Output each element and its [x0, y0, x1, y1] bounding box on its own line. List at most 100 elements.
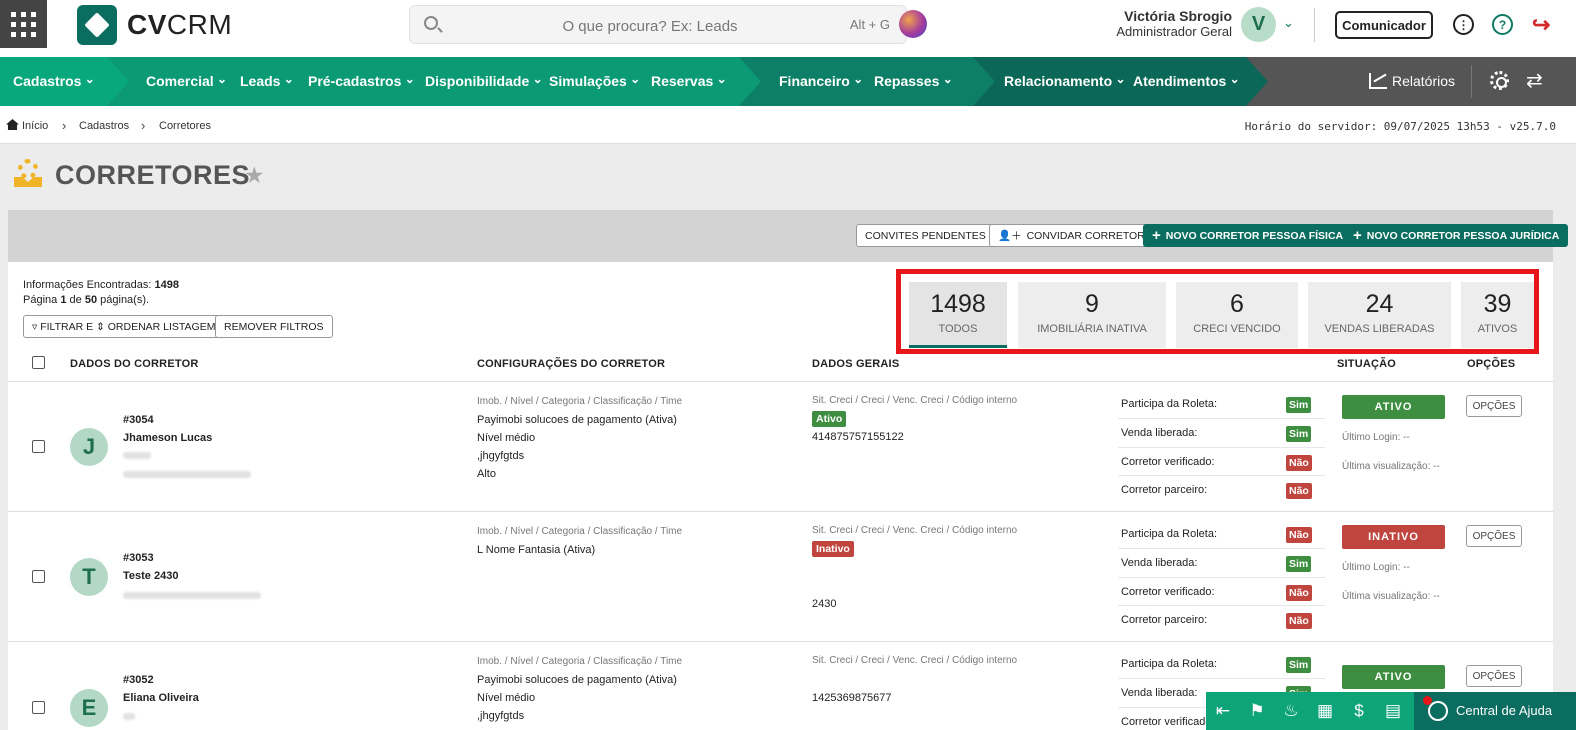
filter-sort-button[interactable]: ▿ FILTRAR E ⇕ ORDENAR LISTAGEM	[23, 315, 225, 338]
row-checkbox[interactable]	[32, 701, 45, 714]
creci-number: 414875757155122	[812, 431, 904, 443]
stat-value: 6	[1230, 290, 1244, 318]
dollar-icon[interactable]: $	[1342, 701, 1376, 721]
invite-broker-button[interactable]: 👤＋ CONVIDAR CORRETOR	[989, 224, 1154, 247]
search-input[interactable]	[510, 15, 790, 37]
row-checkbox[interactable]	[32, 570, 45, 583]
page-of: de	[69, 294, 82, 306]
user-avatar[interactable]: V	[1241, 7, 1276, 42]
venda-label: Venda liberada:	[1121, 687, 1198, 699]
menu-pre-cadastros[interactable]: Pré-cadastros	[308, 73, 415, 89]
config-level: Nível médio	[477, 692, 536, 704]
plus-icon: +	[1152, 227, 1161, 244]
communicator-button[interactable]: Comunicador	[1335, 11, 1433, 39]
stat-creci-expired[interactable]: 6 Creci vencido	[1176, 282, 1298, 348]
menu-relacionamento[interactable]: Relacionamento	[1004, 73, 1126, 89]
new-individual-broker-button[interactable]: + NOVO CORRETOR PESSOA FÍSICA	[1143, 224, 1353, 247]
roleta-flag: Não	[1286, 527, 1312, 543]
col-options: Opções	[1467, 358, 1516, 370]
menu-atendimentos[interactable]: Atendimentos	[1133, 73, 1240, 89]
new-company-broker-button[interactable]: + NOVO CORRETOR PESSOA JURÍDICA	[1344, 224, 1569, 247]
stat-label: Vendas liberadas	[1324, 323, 1435, 335]
breadcrumb: Início › Cadastros › Corretores Horário …	[0, 106, 1576, 144]
global-search: Alt + G	[409, 5, 907, 44]
page-prefix: Página	[23, 294, 58, 306]
menu-cadastros[interactable]: Cadastros	[13, 73, 95, 89]
creci-number: 2430	[812, 598, 837, 610]
gear-icon[interactable]	[1490, 71, 1509, 90]
home-icon[interactable]	[6, 119, 19, 130]
broker-name[interactable]: Eliana Oliveira	[123, 692, 199, 704]
search-shortcut: Alt + G	[849, 17, 890, 32]
apps-grid-icon[interactable]	[0, 0, 47, 48]
status-badge[interactable]: INATIVO	[1342, 525, 1445, 549]
menu-segment-financial	[739, 57, 995, 106]
calendar-icon[interactable]: ▦	[1308, 701, 1342, 721]
options-button[interactable]: OPÇÕES	[1466, 395, 1522, 417]
chart-icon	[1369, 73, 1387, 89]
page-total: 50	[84, 294, 98, 306]
logout-icon[interactable]: ↪	[1532, 12, 1550, 38]
row-checkbox[interactable]	[32, 440, 45, 453]
config-classification: Alto	[477, 468, 496, 480]
roleta-label: Participa da Roleta:	[1121, 398, 1217, 410]
status-badge[interactable]: ATIVO	[1342, 395, 1445, 419]
help-icon[interactable]: ?	[1492, 14, 1513, 35]
assistant-orb-icon[interactable]	[899, 10, 927, 38]
verificado-flag: Não	[1286, 585, 1312, 601]
logo-mark-icon	[77, 5, 117, 45]
user-role: Administrador Geral	[1116, 24, 1232, 39]
brand-logo[interactable]: CVCRM	[77, 5, 232, 45]
pending-invites-label: CONVITES PENDENTES	[865, 229, 986, 242]
divider	[1471, 65, 1472, 98]
top-header: CVCRM Alt + G Victória Sbrogio Administr…	[0, 0, 1576, 57]
menu-repasses[interactable]: Repasses	[874, 73, 953, 89]
page-title: CORRETORES	[55, 160, 251, 190]
menu-disponibilidade[interactable]: Disponibilidade	[425, 73, 543, 89]
stat-all[interactable]: 1498 Todos	[909, 282, 1007, 348]
map-pin-icon[interactable]: ⚑	[1240, 701, 1274, 721]
chevron-down-icon[interactable]: ⌄	[1283, 15, 1294, 31]
divider	[1118, 678, 1325, 679]
swap-icon[interactable]: ⇄	[1526, 68, 1543, 93]
roleta-label: Participa da Roleta:	[1121, 658, 1217, 670]
broker-name[interactable]: Jhameson Lucas	[123, 432, 212, 444]
remove-filters-button[interactable]: REMOVER FILTROS	[215, 315, 333, 338]
options-button[interactable]: OPÇÕES	[1466, 525, 1522, 547]
menu-simulacoes[interactable]: Simulações	[549, 73, 640, 89]
avatar: T	[70, 558, 108, 596]
divider	[1118, 447, 1325, 448]
col-general-data: Dados Gerais	[812, 358, 900, 370]
help-center-button[interactable]: Central de Ajuda	[1414, 692, 1576, 730]
menu-reservas[interactable]: Reservas	[651, 73, 727, 89]
user-info[interactable]: Victória Sbrogio Administrador Geral	[1090, 8, 1232, 39]
actions-bar: CONVITES PENDENTES 👤＋ CONVIDAR CORRETOR +…	[8, 210, 1569, 262]
collapse-icon[interactable]: ⇤	[1206, 701, 1240, 721]
breadcrumb-home[interactable]: Início	[22, 120, 48, 132]
stat-inactive-agency[interactable]: 9 Imobiliária inativa	[1018, 282, 1166, 348]
venda-label: Venda liberada:	[1121, 427, 1198, 439]
breadcrumb-cadastros[interactable]: Cadastros	[79, 120, 129, 132]
broker-name[interactable]: Teste 2430	[123, 570, 178, 582]
select-all-checkbox[interactable]	[32, 356, 45, 369]
pending-invites-button[interactable]: CONVITES PENDENTES	[856, 224, 995, 247]
menu-relatorios[interactable]: Relatórios	[1392, 73, 1455, 89]
menu-leads[interactable]: Leads	[240, 73, 294, 89]
menu-financeiro[interactable]: Financeiro	[779, 73, 863, 89]
verificado-label: Corretor verificado:	[1121, 716, 1215, 728]
calculator-icon[interactable]: ▤	[1376, 701, 1410, 721]
more-options-icon[interactable]: ⋮	[1453, 14, 1474, 35]
options-button[interactable]: OPÇÕES	[1466, 665, 1522, 687]
status-badge[interactable]: ATIVO	[1342, 665, 1445, 689]
parceiro-label: Corretor parceiro:	[1121, 484, 1208, 496]
stat-value: 24	[1365, 290, 1394, 318]
menu-comercial[interactable]: Comercial	[146, 73, 227, 89]
stat-active[interactable]: 39 Ativos	[1461, 282, 1534, 348]
roleta-flag: Sim	[1286, 397, 1312, 413]
user-name: Victória Sbrogio	[1124, 8, 1232, 24]
bell-icon[interactable]: ♨	[1274, 701, 1308, 721]
stat-sales-enabled[interactable]: 24 Vendas liberadas	[1308, 282, 1451, 348]
divider	[1118, 548, 1325, 549]
favorite-star-icon[interactable]: ★	[244, 162, 265, 189]
venda-flag: Sim	[1286, 556, 1312, 572]
